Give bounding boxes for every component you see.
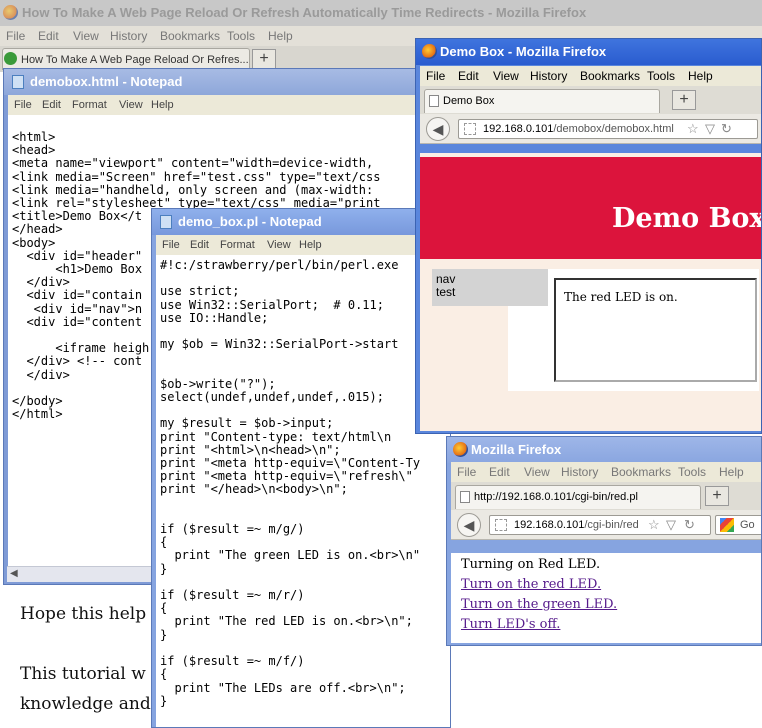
page-icon — [429, 95, 439, 107]
back-button[interactable]: ◀ — [426, 117, 450, 141]
menu-bookmarks[interactable]: Bookmarks — [580, 66, 640, 86]
reload-icon[interactable]: ↻ — [721, 120, 732, 138]
menu-file[interactable]: File — [6, 26, 25, 46]
browser-menubar: File Edit View History Bookmarks Tools H… — [451, 462, 761, 482]
tab-label: Demo Box — [443, 95, 495, 107]
bookmark-star-icon[interactable]: ☆ — [648, 516, 660, 534]
menu-view[interactable]: View — [73, 26, 99, 46]
browser-tab[interactable]: http://192.168.0.101/cgi-bin/red.pl — [455, 485, 701, 509]
demo-box-browser-window: Demo Box - Mozilla Firefox File Edit Vie… — [415, 38, 762, 434]
menu-help[interactable]: Help — [268, 26, 293, 46]
menu-history[interactable]: History — [561, 462, 598, 482]
page-heading: Demo Box — [612, 203, 762, 234]
leds-off-link[interactable]: Turn LED's off. — [461, 617, 560, 632]
notepad-icon — [12, 75, 24, 89]
notepad-window-perl: demo_box.pl - Notepad File Edit Format V… — [151, 208, 451, 728]
firefox-logo-icon — [422, 44, 437, 59]
menu-tools[interactable]: Tools — [647, 66, 675, 86]
new-tab-button[interactable]: + — [705, 486, 729, 506]
menu-edit[interactable]: Edit — [489, 462, 510, 482]
search-box[interactable]: Go — [715, 515, 761, 535]
menu-view[interactable]: View — [119, 95, 143, 115]
url-path: /cgi-bin/red — [584, 519, 639, 531]
page-icon — [460, 491, 470, 503]
menu-view[interactable]: View — [493, 66, 519, 86]
notepad-icon — [160, 215, 172, 229]
red-led-link[interactable]: Turn on the red LED. — [461, 577, 601, 592]
browser-title[interactable]: Demo Box - Mozilla Firefox — [416, 39, 761, 65]
page-viewport: Turning on Red LED. Turn on the red LED.… — [451, 553, 761, 643]
url-bar[interactable]: 192.168.0.101/demobox/demobox.html ☆ ▽ ↻ — [458, 119, 758, 139]
bookmark-star-icon[interactable]: ☆ — [687, 120, 699, 138]
notepad-menubar: File Edit Format View Help — [156, 235, 446, 255]
menu-history[interactable]: History — [530, 66, 567, 86]
firefox-logo-icon — [453, 442, 468, 457]
dropdown-arrow-icon[interactable]: ▽ — [705, 120, 715, 138]
menu-view[interactable]: View — [267, 235, 291, 255]
menu-bookmarks[interactable]: Bookmarks — [160, 26, 220, 46]
menu-file[interactable]: File — [14, 95, 32, 115]
menu-tools[interactable]: Tools — [227, 26, 255, 46]
menu-help[interactable]: Help — [688, 66, 713, 86]
background-browser-title: How To Make A Web Page Reload Or Refresh… — [0, 0, 762, 26]
notepad-title[interactable]: demo_box.pl - Notepad — [152, 209, 450, 235]
menu-help[interactable]: Help — [299, 235, 322, 255]
menu-edit[interactable]: Edit — [42, 95, 61, 115]
notepad-menubar: File Edit Format View Help — [8, 95, 418, 115]
menu-tools[interactable]: Tools — [678, 462, 706, 482]
dropdown-arrow-icon[interactable]: ▽ — [666, 516, 676, 534]
article-text-line: knowledge and — [20, 694, 151, 714]
nav-item[interactable]: test — [436, 286, 544, 299]
led-status-text: Turning on Red LED. — [461, 557, 601, 572]
browser-title[interactable]: Mozilla Firefox — [447, 437, 761, 463]
site-identity-icon[interactable] — [464, 123, 476, 135]
menu-file[interactable]: File — [426, 66, 445, 86]
back-button[interactable]: ◀ — [457, 513, 481, 537]
page-nav: nav test — [432, 269, 548, 306]
menu-file[interactable]: File — [457, 462, 476, 482]
url-host: 192.168.0.101 — [483, 123, 554, 135]
led-status-text: The red LED is on. — [564, 290, 678, 304]
menu-bookmarks[interactable]: Bookmarks — [611, 462, 671, 482]
menu-edit[interactable]: Edit — [190, 235, 209, 255]
url-path: /demobox/demobox.html — [553, 123, 674, 135]
scroll-left-icon[interactable]: ◀ — [10, 568, 18, 579]
site-identity-icon[interactable] — [495, 519, 507, 531]
new-tab-button[interactable]: + — [252, 49, 276, 69]
menu-edit[interactable]: Edit — [38, 26, 59, 46]
menu-file[interactable]: File — [162, 235, 180, 255]
url-host: 192.168.0.101 — [514, 519, 585, 531]
green-led-link[interactable]: Turn on the green LED. — [461, 597, 617, 612]
search-label: Go — [740, 519, 755, 531]
new-tab-button[interactable]: + — [672, 90, 696, 110]
navigation-toolbar: ◀ 192.168.0.101/cgi-bin/red ☆ ▽ ↻ Go — [451, 510, 761, 540]
menu-edit[interactable]: Edit — [458, 66, 479, 86]
reload-icon[interactable]: ↻ — [684, 516, 695, 534]
notepad-title[interactable]: demobox.html - Notepad — [4, 69, 422, 95]
tab-label: http://192.168.0.101/cgi-bin/red.pl — [474, 491, 638, 503]
menu-format[interactable]: Format — [220, 235, 255, 255]
menu-format[interactable]: Format — [72, 95, 107, 115]
url-bar[interactable]: 192.168.0.101/cgi-bin/red ☆ ▽ ↻ — [489, 515, 711, 535]
browser-tabbar: Demo Box + — [420, 86, 761, 114]
browser-tab[interactable]: Demo Box — [424, 89, 660, 113]
article-text-line: This tutorial w — [20, 664, 146, 684]
menu-help[interactable]: Help — [151, 95, 174, 115]
browser-menubar: File Edit View History Bookmarks Tools H… — [420, 66, 761, 86]
led-control-browser-window: Mozilla Firefox File Edit View History B… — [446, 436, 762, 646]
page-favicon-icon — [4, 52, 17, 65]
browser-tabbar: http://192.168.0.101/cgi-bin/red.pl + — [451, 482, 761, 510]
search-engine-icon[interactable] — [720, 518, 734, 532]
menu-history[interactable]: History — [110, 26, 147, 46]
article-text-line: Hope this help — [20, 604, 147, 624]
notepad-text-area[interactable]: #!c:/strawberry/perl/bin/perl.exe use st… — [156, 255, 450, 727]
menu-view[interactable]: View — [524, 462, 550, 482]
background-browser-tab[interactable]: How To Make A Web Page Reload Or Refres.… — [2, 48, 250, 70]
navigation-toolbar: ◀ 192.168.0.101/demobox/demobox.html ☆ ▽… — [420, 114, 761, 144]
menu-help[interactable]: Help — [719, 462, 744, 482]
status-iframe: The red LED is on. — [554, 278, 757, 382]
firefox-logo-icon — [3, 5, 18, 20]
